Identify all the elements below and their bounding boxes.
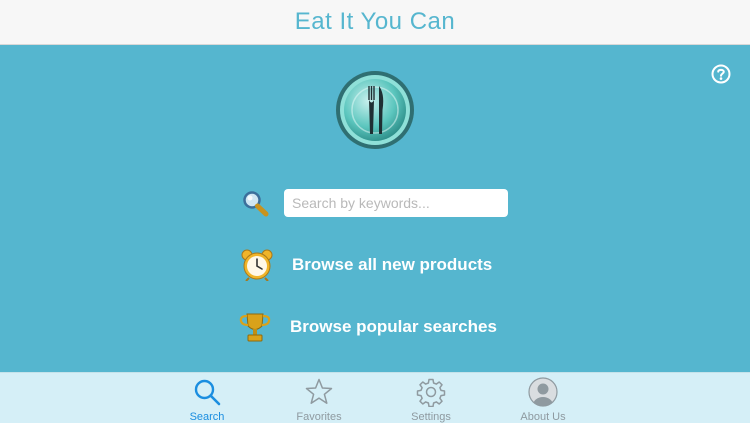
- magnifier-icon: [243, 191, 269, 217]
- trophy-icon: [239, 313, 271, 342]
- app-title: Eat It You Can: [294, 8, 456, 35]
- browse-new-products-label: Browse all new products: [292, 255, 493, 274]
- browse-popular-searches-label: Browse popular searches: [290, 317, 497, 336]
- gear-icon: [416, 378, 446, 407]
- alarm-clock-icon: [241, 249, 273, 281]
- search-input[interactable]: [284, 189, 508, 217]
- tab-settings-label: Settings: [411, 411, 451, 423]
- tab-about-us-label: About Us: [520, 411, 566, 423]
- tab-favorites-label: Favorites: [296, 411, 342, 423]
- star-icon: [305, 378, 333, 404]
- tab-about-us[interactable]: About Us: [498, 373, 588, 423]
- tab-favorites[interactable]: Favorites: [274, 373, 364, 423]
- browse-popular-searches-button[interactable]: Browse popular searches: [238, 311, 497, 343]
- tab-search-label: Search: [189, 411, 225, 423]
- tab-bar: Search Favorites Settings About Us: [0, 372, 750, 423]
- plate-logo: [336, 71, 414, 149]
- browse-new-products-button[interactable]: Browse all new products: [240, 249, 492, 281]
- tab-settings[interactable]: Settings: [386, 373, 476, 423]
- help-icon[interactable]: [711, 64, 731, 84]
- person-icon: [528, 377, 558, 407]
- tab-search[interactable]: Search: [162, 373, 252, 423]
- app-header: Eat It You Can: [0, 0, 750, 45]
- search-icon: [194, 379, 221, 406]
